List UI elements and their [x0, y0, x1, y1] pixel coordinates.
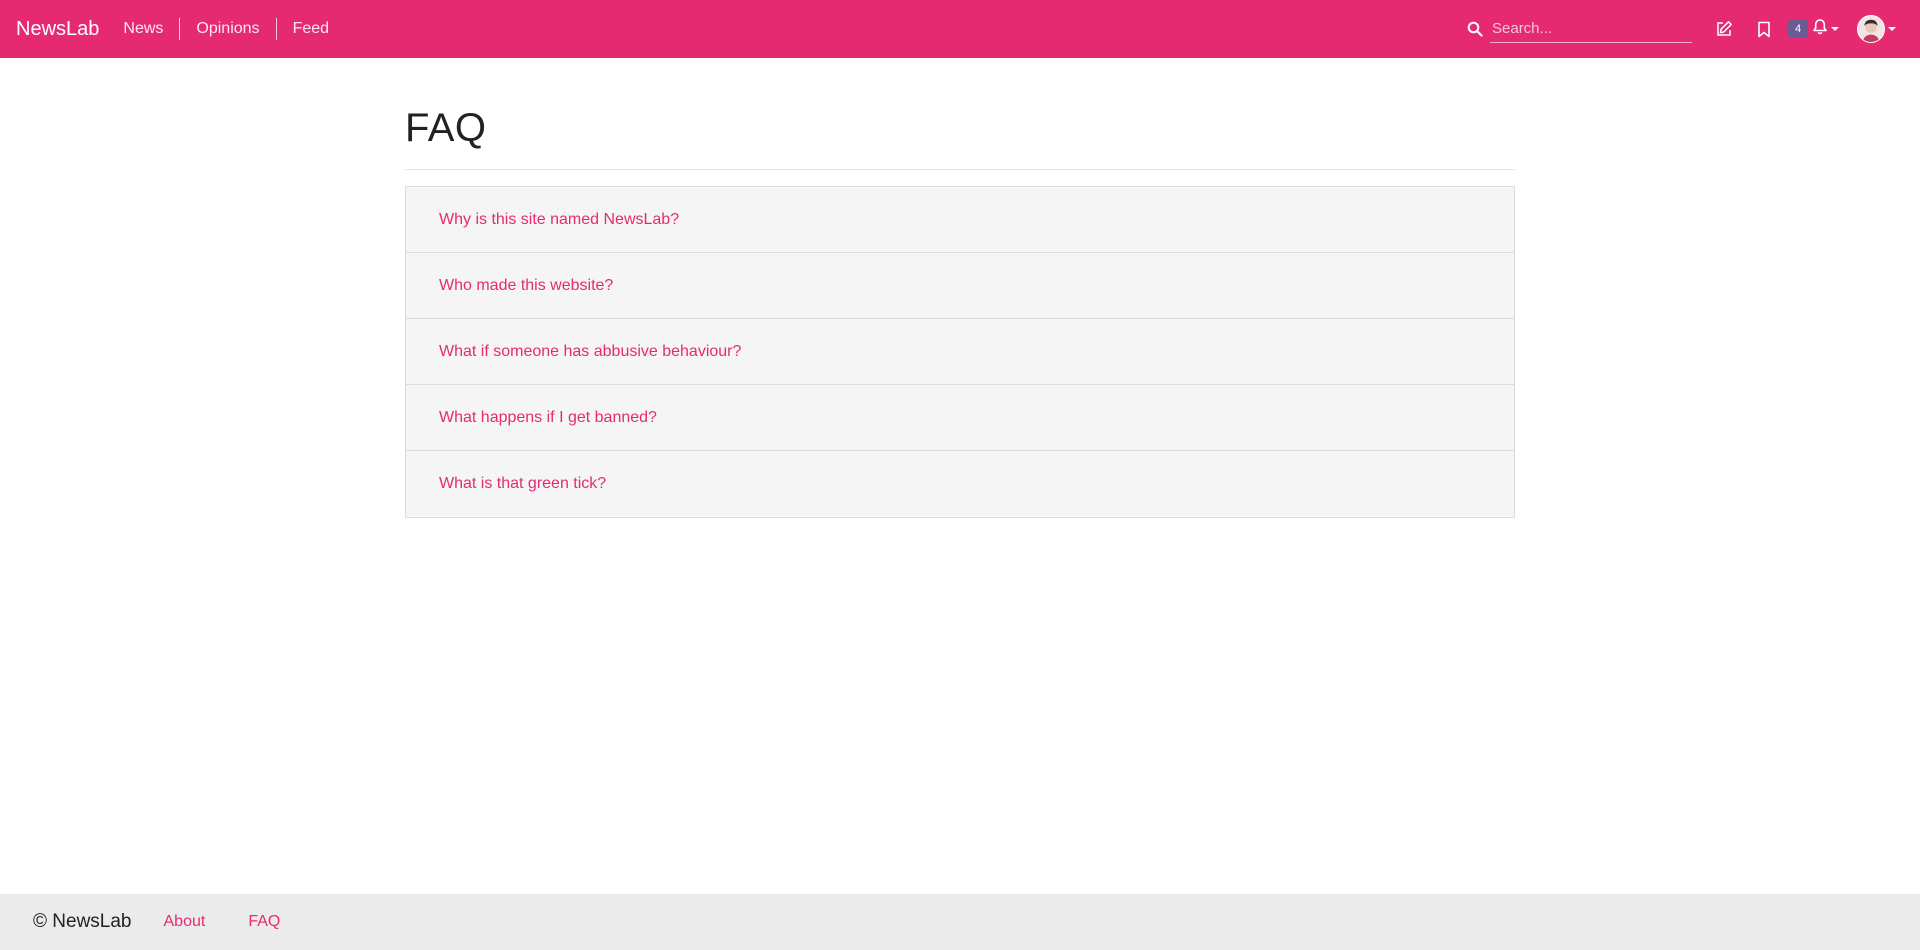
- faq-question[interactable]: Why is this site named NewsLab?: [439, 211, 679, 229]
- notification-count-badge: 4: [1788, 20, 1808, 38]
- search-icon[interactable]: [1464, 18, 1486, 40]
- footer-copyright: © NewsLab: [33, 911, 132, 932]
- faq-question[interactable]: What if someone has abbusive behaviour?: [439, 343, 741, 361]
- search-box: [1464, 15, 1692, 43]
- compose-icon[interactable]: [1706, 11, 1742, 47]
- faq-item[interactable]: What is that green tick?: [406, 451, 1514, 517]
- faq-item[interactable]: Who made this website?: [406, 253, 1514, 319]
- footer-link-faq[interactable]: FAQ: [248, 913, 280, 931]
- bell-icon: [1812, 18, 1828, 40]
- chevron-down-icon: [1831, 27, 1839, 31]
- faq-question[interactable]: Who made this website?: [439, 277, 613, 295]
- faq-question[interactable]: What is that green tick?: [439, 475, 606, 493]
- main-nav: News Opinions Feed: [123, 18, 345, 40]
- chevron-down-icon: [1888, 27, 1896, 31]
- search-input[interactable]: [1490, 15, 1692, 43]
- nav-link-news[interactable]: News: [123, 18, 179, 40]
- user-menu[interactable]: [1857, 15, 1896, 43]
- nav-link-opinions[interactable]: Opinions: [180, 18, 275, 40]
- main-content: FAQ Why is this site named NewsLab? Who …: [405, 58, 1515, 518]
- top-navbar: NewsLab News Opinions Feed 4: [0, 0, 1920, 58]
- faq-question[interactable]: What happens if I get banned?: [439, 409, 657, 427]
- brand-logo[interactable]: NewsLab: [16, 18, 99, 41]
- nav-link-feed[interactable]: Feed: [277, 18, 345, 40]
- avatar: [1857, 15, 1885, 43]
- nav-right: 4: [1464, 0, 1896, 58]
- footer-link-about[interactable]: About: [164, 913, 206, 931]
- bookmark-icon[interactable]: [1746, 11, 1782, 47]
- footer: © NewsLab About FAQ: [0, 894, 1920, 950]
- faq-list: Why is this site named NewsLab? Who made…: [405, 186, 1515, 518]
- faq-item[interactable]: What if someone has abbusive behaviour?: [406, 319, 1514, 385]
- page-title: FAQ: [405, 106, 1515, 170]
- notifications-dropdown[interactable]: 4: [1788, 18, 1839, 40]
- faq-item[interactable]: What happens if I get banned?: [406, 385, 1514, 451]
- faq-item[interactable]: Why is this site named NewsLab?: [406, 187, 1514, 253]
